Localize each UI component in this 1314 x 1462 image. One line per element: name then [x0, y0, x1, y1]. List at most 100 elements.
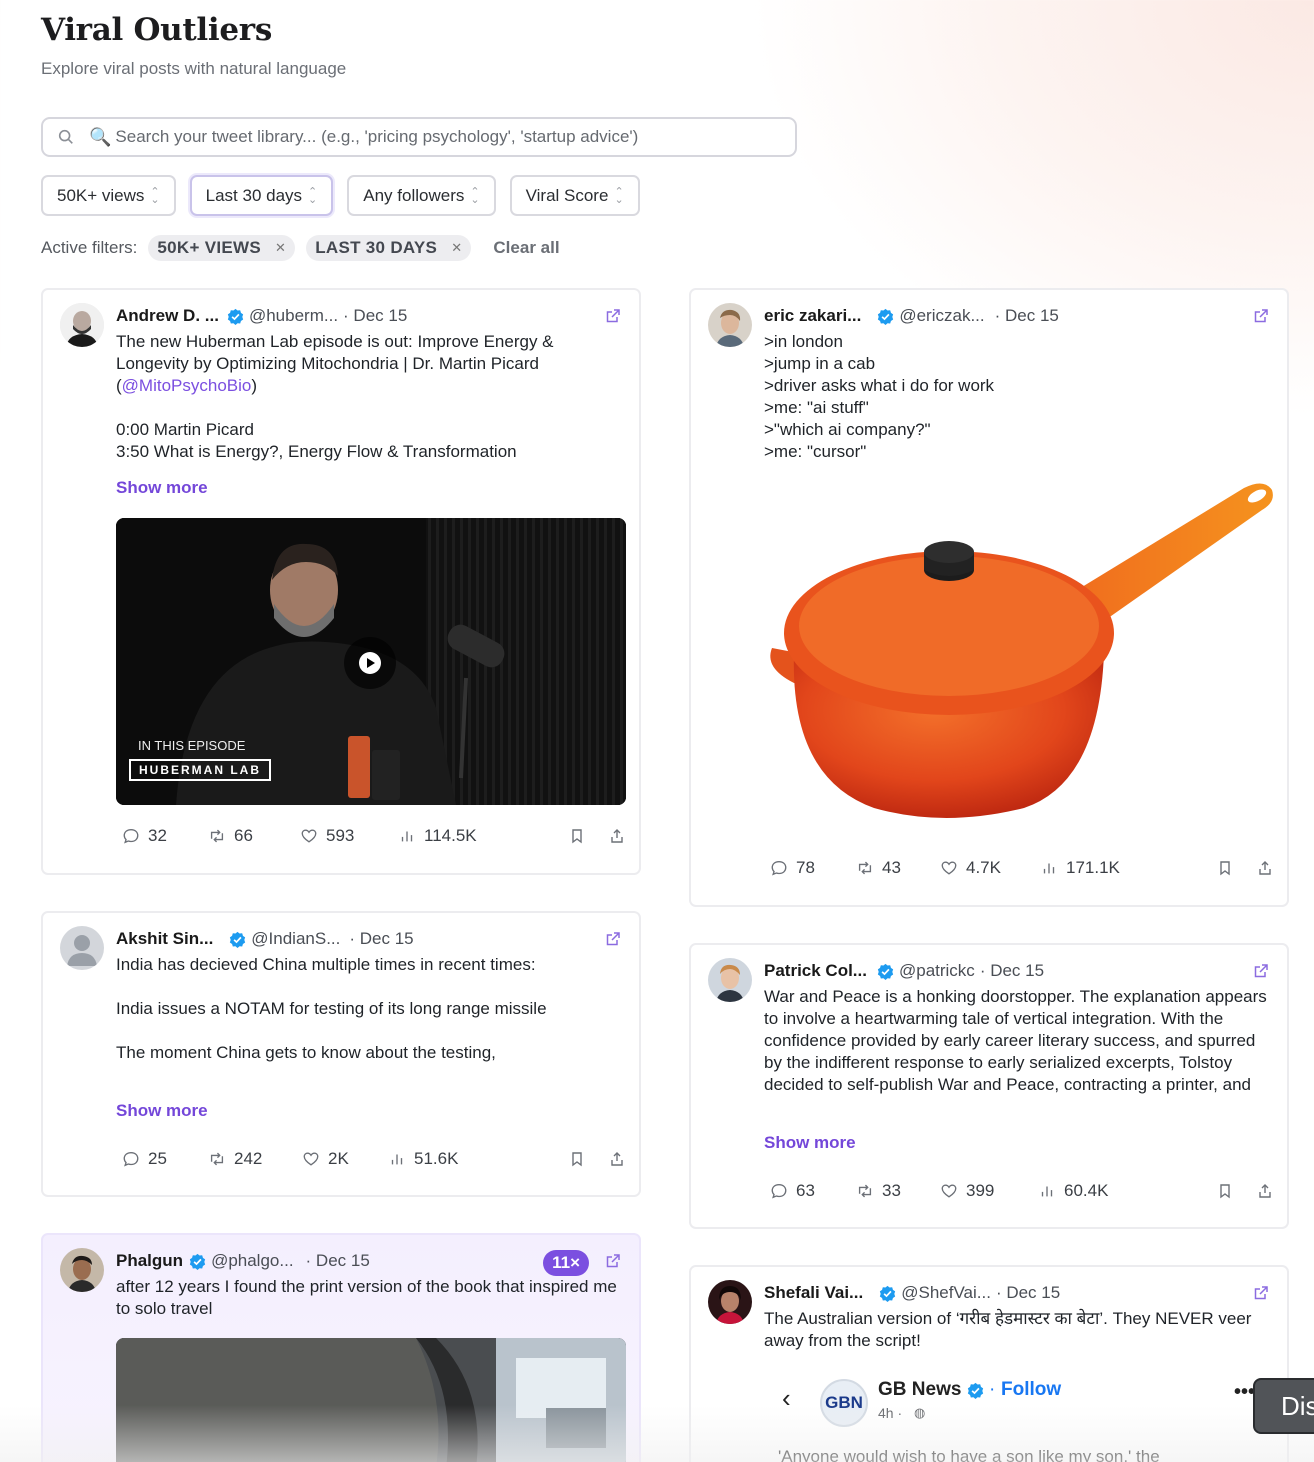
post-text: The new Huberman Lab episode is out: Imp… [116, 332, 554, 461]
post-image[interactable] [116, 1338, 626, 1462]
post-date: · Dec 15 [305, 1251, 370, 1270]
author-name[interactable]: Akshit Sin... [116, 929, 213, 949]
embed-time: 4h · [878, 1405, 903, 1421]
post-card[interactable]: Akshit Sin... @IndianS... · Dec 15 India… [41, 911, 641, 1197]
like-count[interactable]: 593 [300, 826, 398, 846]
active-filters-bar: Active filters: 50K+ VIEWS ✕ LAST 30 DAY… [41, 235, 560, 261]
page-subtitle: Explore viral posts with natural languag… [41, 59, 347, 78]
post-card[interactable]: Patrick Col... @patrickc · Dec 15 War an… [689, 943, 1289, 1229]
author-name[interactable]: Patrick Col... [764, 961, 867, 981]
filter-chip-label: LAST 30 DAYS [315, 238, 438, 257]
follow-link[interactable]: Follow [1001, 1379, 1061, 1401]
globe-icon: ◍ [914, 1405, 926, 1420]
external-link-icon[interactable] [1253, 1285, 1269, 1301]
author-handle[interactable]: @huberm... [249, 306, 338, 326]
author-name[interactable]: Phalgun [116, 1251, 183, 1271]
retweet-count[interactable]: 33 [856, 1181, 940, 1201]
author-handle[interactable]: @ericzak... [899, 306, 984, 326]
external-link-icon[interactable] [1253, 963, 1269, 979]
post-text: The Australian version of ‘गरीब हेडमास्ट… [764, 1309, 1257, 1350]
sort-filter-value: Viral Score [525, 185, 609, 205]
post-actions [569, 828, 625, 844]
external-link-icon[interactable] [605, 308, 621, 324]
post-actions [1217, 1183, 1273, 1199]
views-bar-icon [391, 1154, 403, 1165]
reply-count[interactable]: 32 [122, 826, 208, 846]
reply-count[interactable]: 78 [770, 858, 856, 878]
post-header: Shefali Vai... @ShefVai... · Dec 15 [764, 1281, 1273, 1305]
author-name[interactable]: eric zakari... [764, 306, 861, 326]
post-text: War and Peace is a honking doorstopper. … [764, 987, 1272, 1094]
external-link-icon[interactable] [1253, 308, 1269, 324]
author-handle[interactable]: @IndianS... [251, 929, 340, 949]
share-icon[interactable] [1257, 860, 1273, 876]
post-card[interactable]: Andrew D. ... @huberm... · Dec 15 The ne… [41, 288, 641, 875]
more-options-icon[interactable]: ••• [1234, 1381, 1255, 1404]
author-handle[interactable]: @patrickc [899, 961, 975, 981]
embed-source-name: GB News [878, 1379, 962, 1400]
retweet-count[interactable]: 66 [208, 826, 300, 846]
verified-badge-icon [878, 308, 894, 325]
show-more-link[interactable]: Show more [764, 1133, 856, 1153]
heart-icon [941, 1184, 957, 1198]
post-header: Andrew D. ... @huberm... · Dec 15 [116, 304, 625, 328]
views-bar-icon [1041, 1186, 1053, 1197]
updown-chevron-icon: ⌃ ⌄ [308, 185, 318, 206]
author-name[interactable]: Shefali Vai... [764, 1283, 863, 1303]
like-count[interactable]: 4.7K [940, 858, 1040, 878]
date-range-filter-select[interactable]: Last 30 days ⌃ ⌄ [189, 175, 334, 216]
reply-count[interactable]: 63 [770, 1181, 856, 1201]
video-thumbnail[interactable]: IN THIS EPISODE HUBERMAN LAB [116, 518, 626, 805]
clear-all-button[interactable]: Clear all [493, 238, 559, 258]
retweet-count[interactable]: 43 [856, 858, 940, 878]
followers-filter-select[interactable]: Any followers ⌃ ⌄ [347, 175, 496, 216]
share-icon[interactable] [1257, 1183, 1273, 1199]
search-icon [58, 129, 73, 144]
external-link-icon[interactable] [605, 1253, 621, 1269]
verified-badge-icon [880, 1285, 896, 1302]
post-image[interactable] [764, 478, 1276, 838]
post-actions [569, 1151, 625, 1167]
post-card[interactable]: Phalgun @phalgo... · Dec 15 11× after 12… [41, 1233, 641, 1462]
like-count[interactable]: 399 [940, 1181, 1038, 1201]
embed-quote-text: 'Anyone would wish to have a son like my… [778, 1447, 1160, 1462]
back-chevron-icon[interactable]: ‹ [782, 1383, 791, 1414]
post-card[interactable]: eric zakari... @ericzak... · Dec 15 >in … [689, 288, 1289, 907]
post-header: eric zakari... @ericzak... · Dec 15 [764, 304, 1273, 328]
sort-filter-select[interactable]: Viral Score ⌃ ⌄ [509, 175, 640, 216]
floating-dismiss-button[interactable]: Dis [1253, 1378, 1314, 1434]
view-count: 51.6K [388, 1149, 458, 1169]
mention-link[interactable]: @MitoPsychoBio [122, 376, 252, 395]
show-more-link[interactable]: Show more [116, 478, 208, 498]
bookmark-icon[interactable] [1217, 1183, 1233, 1199]
post-actions [1217, 860, 1273, 876]
avatar [708, 1280, 752, 1324]
views-bar-icon [1043, 863, 1055, 874]
bookmark-icon[interactable] [1217, 860, 1233, 876]
bookmark-icon[interactable] [569, 1151, 585, 1167]
bookmark-icon[interactable] [569, 828, 585, 844]
share-icon[interactable] [609, 1151, 625, 1167]
author-handle[interactable]: @phalgo... [211, 1251, 293, 1271]
search-box[interactable]: 🔍 [41, 117, 797, 157]
author-name[interactable]: Andrew D. ... [116, 306, 219, 326]
share-icon[interactable] [609, 828, 625, 844]
filter-row: 50K+ views ⌃ ⌄ Last 30 days ⌃ ⌄ Any follow… [41, 175, 640, 216]
post-date: · Dec 15 [994, 306, 1059, 325]
verified-badge-icon [967, 1382, 984, 1399]
reply-icon [771, 1184, 787, 1199]
post-card[interactable]: Shefali Vai... @ShefVai... · Dec 15 The … [689, 1265, 1289, 1462]
show-more-link[interactable]: Show more [116, 1101, 208, 1121]
embedded-post[interactable]: ‹ GBN GB News · Follow 4h · ◍ ••• 'Anyon… [764, 1365, 1284, 1462]
remove-chip-icon[interactable]: ✕ [451, 240, 462, 256]
retweet-icon [858, 1184, 872, 1198]
like-count[interactable]: 2K [302, 1149, 388, 1169]
views-filter-select[interactable]: 50K+ views ⌃ ⌄ [41, 175, 176, 216]
post-stats: 32 66 593 114.5K [116, 824, 625, 848]
author-handle[interactable]: @ShefVai... [901, 1283, 991, 1303]
search-input[interactable] [115, 127, 756, 147]
retweet-count[interactable]: 242 [208, 1149, 302, 1169]
reply-count[interactable]: 25 [122, 1149, 208, 1169]
external-link-icon[interactable] [605, 931, 621, 947]
remove-chip-icon[interactable]: ✕ [275, 240, 286, 256]
